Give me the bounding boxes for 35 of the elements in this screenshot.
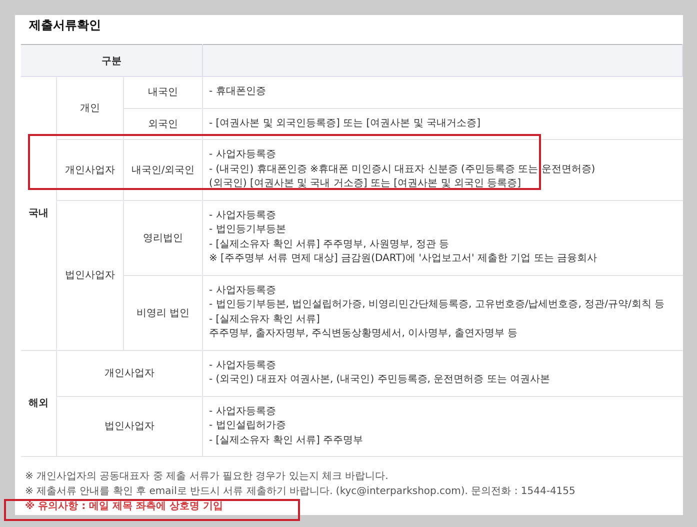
type-cell: 외국인 [124,108,202,140]
region-cell: 국내 [21,76,56,350]
table-header-cell: 구분 [21,44,202,76]
section-title: 제출서류확인 [28,17,102,34]
category-cell: 개인사업자 [56,140,124,200]
document-line: (외국인) [여권사본 및 국내 거소증] 또는 [여권사본 및 외국인 등록증] [209,177,522,191]
document-line: - 사업자등록증 [209,404,277,418]
note-text: ※ 제출서류 안내를 확인 후 email로 반드시 서류 제출하기 바랍니다. (kyc@interparkshop.com). 문의전화 : 1544-4155 [25,485,576,499]
type-cell: 내국인/외국인 [124,140,202,200]
document-line: - 법인등기부등본 [209,223,287,237]
document-line: ※ [주주명부 서류 면제 대상] 금감원(DART)에 '사업보고서' 제출한 기업 또는 금융회사 [209,252,598,266]
document-line: - 사업자등록증 [209,208,277,222]
document-line: - 사업자등록증 [209,284,277,298]
document-line: - 사업자등록증 [209,358,277,372]
category-cell: 법인사업자 [56,200,124,350]
document-line: - [실제소유자 확인 서류] 주주명부 [209,434,364,448]
document-line: - 법인등기부등본, 법인설립허가증, 비영리민간단체등록증, 고유번호증/납세번호증, 정관/규약/회칙 등 [209,298,666,312]
document-line: - [실제소유자 확인 서류] 주주명부, 사원명부, 정관 등 [209,238,450,252]
document-line: 주주명부, 출자자명부, 주식변동상황명세서, 이사명부, 출연자명부 등 [209,327,519,341]
document-line: - [실제소유자 확인 서류] [209,312,321,326]
type-cell: 비영리 법인 [124,275,202,350]
region-cell: 해외 [21,350,56,456]
document-line: - 법인설립허가증 [209,419,287,433]
document-line: - 휴대폰인증 [209,85,267,99]
category-cell: 개인 [56,76,124,140]
document-line: - 사업자등록증 [209,148,277,162]
document-line: - [여권사본 및 외국인등록증] 또는 [여권사본 및 국내거소증] [209,116,482,130]
document-line: - (외국인) 대표자 여권사본, (내국인) 주민등록증, 운전면허증 또는 여권사본 [209,373,552,387]
type-cell: 영리법인 [124,200,202,275]
note-text: ※ 개인사업자의 공동대표자 중 제출 서류가 필요한 경우가 있는지 체크 바랍니다. [25,470,390,484]
warning-text: ※ 유의사항 : 메일 제목 좌측에 상호명 기입 [25,500,224,514]
category-cell: 법인사업자 [56,396,202,456]
category-cell: 개인사업자 [56,350,202,396]
document-line: - (내국인) 휴대폰인증 ※휴대폰 미인증시 대표자 신분증 (주민등록증 또는 운전면허증) [209,162,596,176]
type-cell: 내국인 [124,76,202,108]
